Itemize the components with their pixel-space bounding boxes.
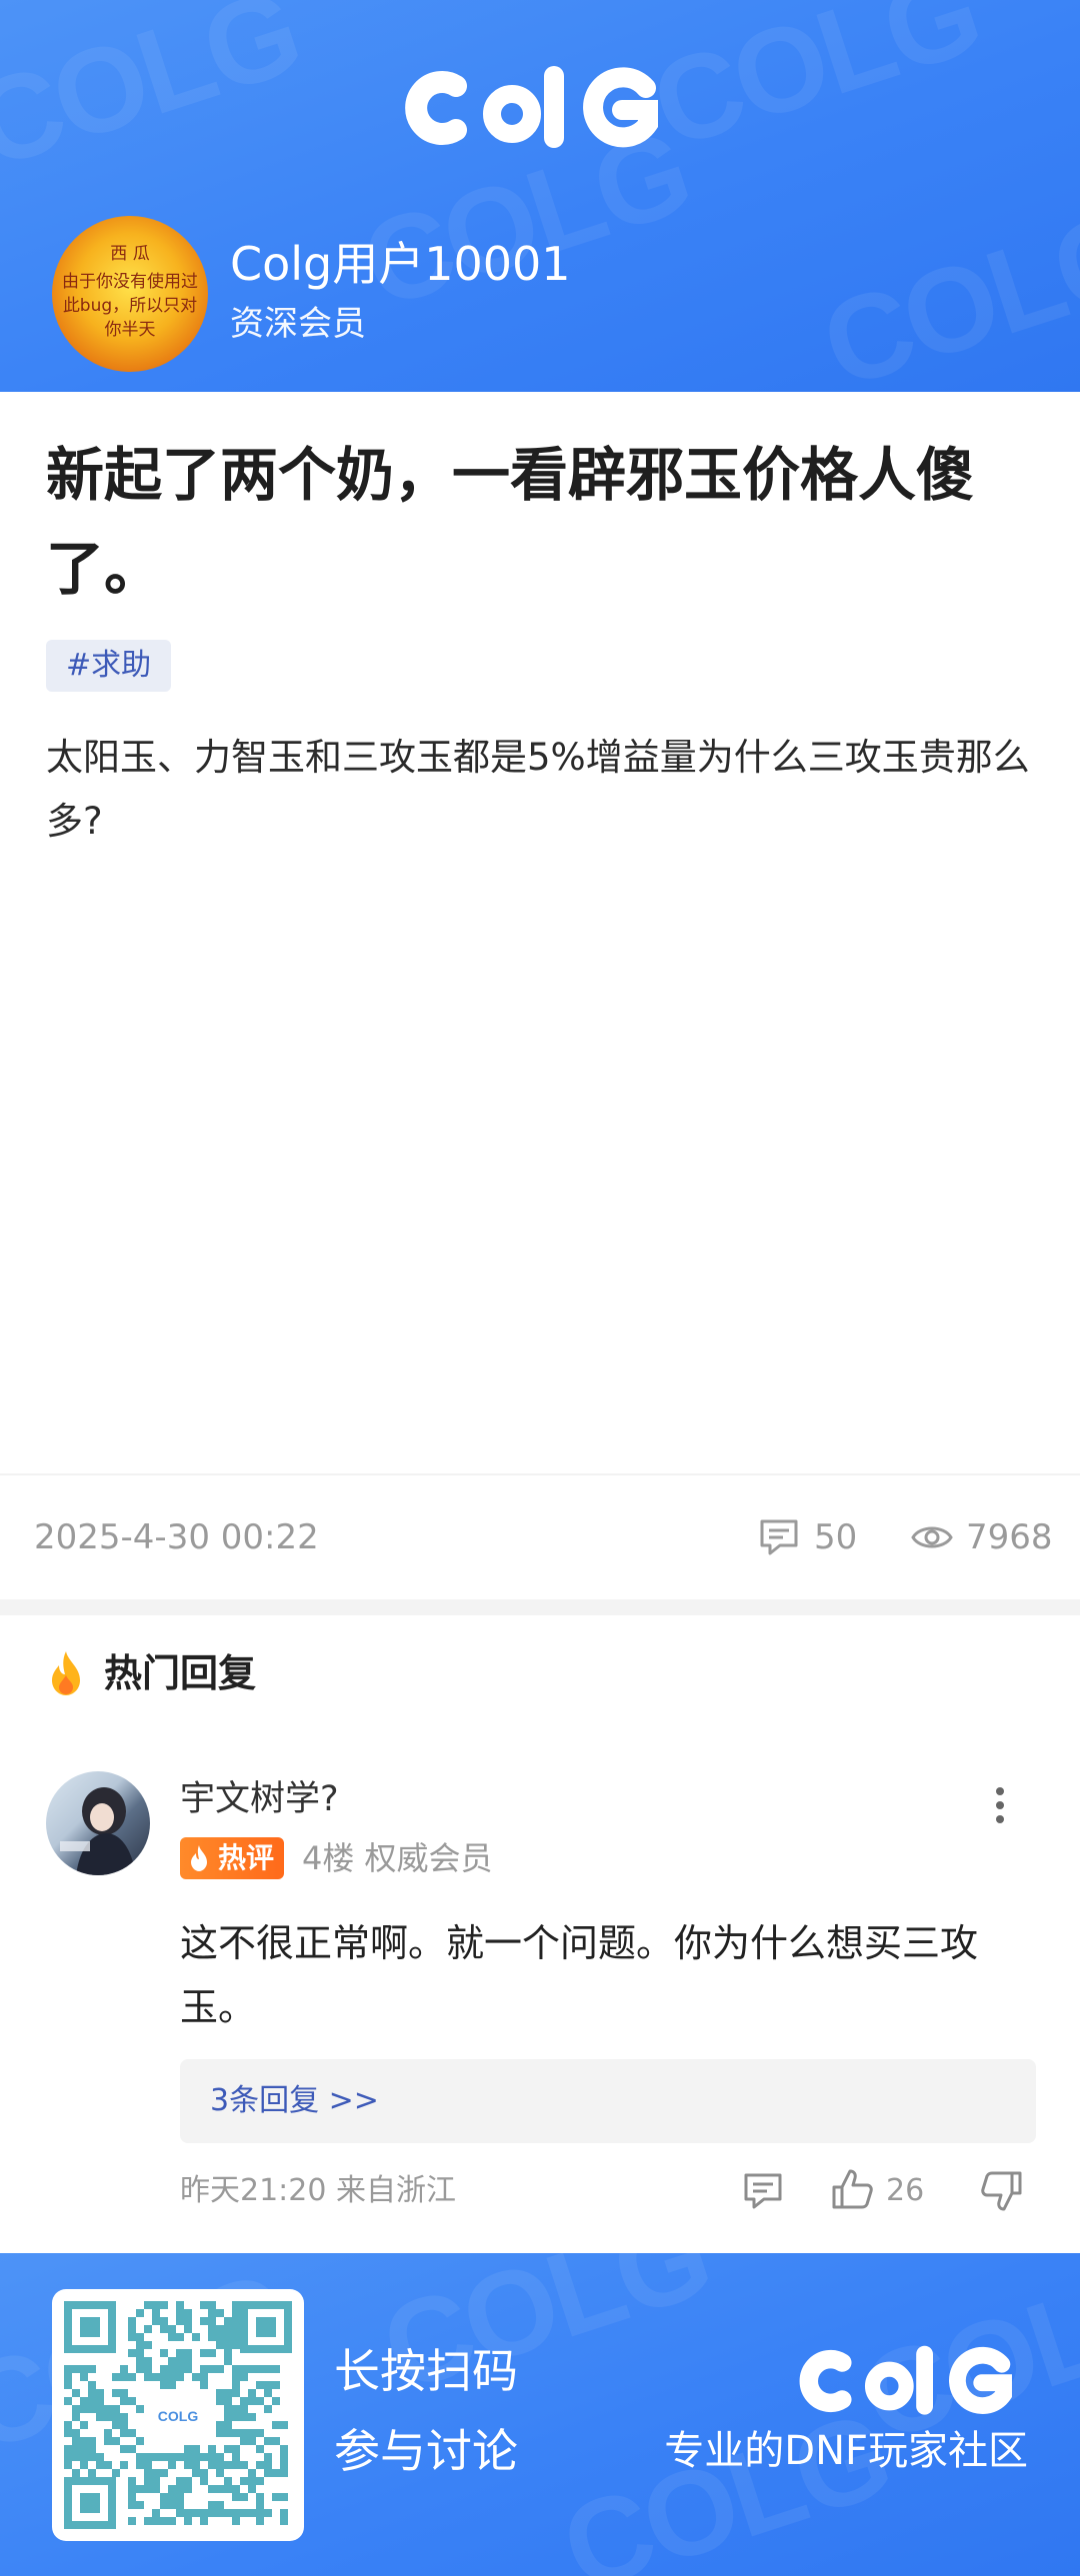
reply-avatar[interactable] <box>46 1771 150 1875</box>
slogan: 专业的DNF玩家社区 <box>664 2428 1028 2474</box>
comment-count: 50 <box>814 1517 858 1557</box>
more-options-icon[interactable] <box>990 1783 1010 1827</box>
username[interactable]: Colg用户10001 <box>230 236 571 292</box>
sub-replies-label: 3条回复 >> <box>210 2083 379 2118</box>
post-date: 2025-4-30 00:22 <box>34 1517 319 1557</box>
colg-footer-logo <box>799 2345 1012 2415</box>
colg-logo <box>405 66 658 148</box>
comment-icon[interactable] <box>758 1517 800 1557</box>
like-icon[interactable] <box>830 2167 874 2211</box>
user-avatar[interactable]: 西 瓜 由于你没有使用过 此bug，所以只对 你半天 <box>52 216 208 372</box>
topic-tag[interactable]: #求助 <box>46 640 172 692</box>
section-divider <box>0 1599 1080 1615</box>
view-count: 7968 <box>966 1517 1053 1557</box>
sub-replies-link[interactable]: 3条回复 >> <box>180 2059 1036 2143</box>
post-title: 新起了两个奶，一看辟邪玉价格人傻了。 <box>46 441 975 603</box>
qr-center-logo: COLG <box>158 2408 199 2424</box>
hot-replies-title: 热门回复 <box>104 1651 257 1695</box>
avatar-caption: 你半天 <box>104 320 156 340</box>
reply-text: 这不很正常啊。就一个问题。你为什么想买三攻玉。 <box>180 1921 979 2029</box>
qr-code-image: COLG <box>64 2301 292 2529</box>
badge-label: 热评 <box>218 1841 275 1874</box>
post-header: COLG COLG COLG COLG 西 瓜 由于你没有使用过 此bug，所以… <box>0 0 1080 392</box>
reply-floor-level: 4楼 权威会员 <box>302 1839 493 1877</box>
post-content: 太阳玉、力智玉和三攻玉都是5%增益量为什么三攻玉贵那么多? <box>46 736 1030 843</box>
like-count: 26 <box>886 2173 925 2208</box>
share-footer: COLG COLG COLG COLG COLG 长按扫码 参与讨论 专业的DN… <box>0 2253 1080 2576</box>
avatar-caption: 由于你没有使用过 <box>62 272 198 292</box>
scan-hint-line2: 参与讨论 <box>334 2424 518 2478</box>
reply-icon[interactable] <box>742 2171 784 2211</box>
reply-author[interactable]: 宇文树学? <box>180 1777 339 1821</box>
avatar-caption: 西 瓜 <box>110 244 150 264</box>
fire-icon <box>52 1651 80 1695</box>
fire-icon <box>191 1845 207 1871</box>
hot-comment-badge: 热评 <box>180 1837 284 1879</box>
divider <box>0 1473 1080 1475</box>
scan-hint-line1: 长按扫码 <box>334 2344 518 2398</box>
avatar-caption: 此bug，所以只对 <box>62 296 198 316</box>
user-level: 资深会员 <box>230 304 366 344</box>
reply-time-location: 昨天21:20 来自浙江 <box>180 2173 456 2208</box>
eye-icon <box>911 1526 953 1548</box>
dislike-icon[interactable] <box>980 2169 1024 2213</box>
qr-code[interactable]: COLG <box>52 2289 304 2541</box>
